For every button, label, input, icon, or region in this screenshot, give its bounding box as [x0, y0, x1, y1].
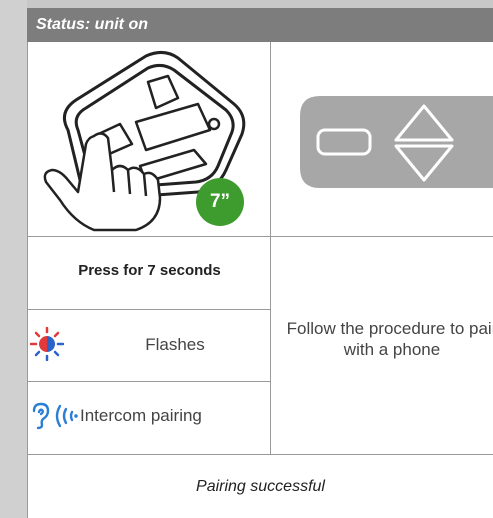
- led-state-label: Flashes: [145, 335, 205, 354]
- row-divider: [27, 309, 270, 310]
- status-header: Status: unit on: [27, 8, 493, 42]
- result-label: Pairing successful: [196, 478, 325, 495]
- keypad-buttons-icon: [300, 96, 493, 188]
- led-flash-icon: [30, 327, 64, 361]
- mode-label: Intercom pairing: [80, 406, 202, 425]
- top-strip: [0, 0, 493, 8]
- procedure-note: Follow the procedure to pair with a phon…: [286, 319, 493, 359]
- row-divider: [27, 381, 270, 382]
- press-instruction: Press for 7 seconds: [78, 262, 221, 279]
- row-divider: [27, 236, 493, 237]
- duration-badge: 7”: [209, 191, 231, 212]
- intercom-ear-wave-icon: [32, 402, 78, 430]
- left-margin-bar: [0, 0, 27, 518]
- column-divider: [270, 42, 271, 454]
- row-divider: [27, 454, 493, 455]
